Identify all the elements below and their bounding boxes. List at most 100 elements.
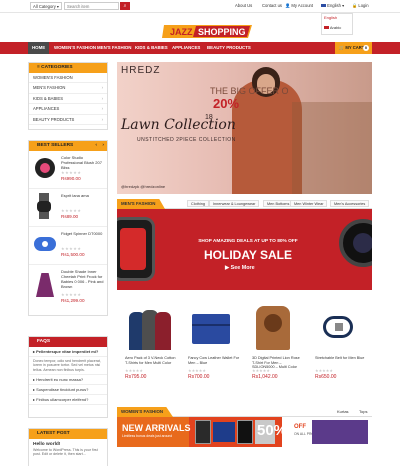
category-kids[interactable]: KIDS & BABIES ›	[29, 94, 107, 105]
svg-text:SHOPPING: SHOPPING	[198, 27, 246, 37]
category-appliances[interactable]: APPLIANCES ›	[29, 104, 107, 115]
cart-button[interactable]: 🛒 MY CART 0	[335, 42, 372, 54]
nav-kids-babies[interactable]: KIDS & BABIES	[131, 42, 172, 54]
bestseller-item[interactable]: Fidget Spinner DT0000 ★★★★★ Rs1,500.00	[29, 227, 107, 265]
nav-mens-fashion[interactable]: MEN'S FASHION	[93, 42, 135, 54]
category-select-value: All Category	[33, 4, 56, 9]
tablet-image	[213, 422, 235, 442]
category-label: KIDS & BABIES	[33, 95, 64, 101]
product-card[interactable]: 3D Digital Printed Lion Rose T-Shirt For…	[244, 300, 306, 390]
tab-innerwear[interactable]: Innerwear & Loungewear	[209, 200, 260, 207]
faq-question[interactable]: ▸ Pellentesque vitae imperdiet mi?	[29, 347, 107, 357]
tab-kurtas[interactable]: Kurtas	[337, 409, 349, 414]
belt-image[interactable]	[323, 316, 353, 338]
product-price: Rs1,042.00	[252, 374, 278, 380]
see-more-link[interactable]: ▶ See More	[225, 265, 255, 271]
new-arrivals-headline: NEW ARRIVALS	[122, 423, 191, 433]
spinner-image[interactable]	[34, 237, 56, 251]
category-select[interactable]: All Category ▾	[30, 2, 62, 10]
faq-question[interactable]: ▸ Hendrerit eu nunc massa?	[29, 375, 107, 386]
category-womens[interactable]: WOMEN'S FASHION	[29, 73, 107, 84]
prev-arrow-icon[interactable]: ‹	[95, 141, 97, 151]
category-label: MEN'S FASHION	[33, 85, 66, 91]
language-dropdown: English Arabic	[321, 13, 353, 35]
tshirts-image[interactable]	[129, 306, 171, 350]
bestsellers-title: BEST SELLERS	[37, 143, 74, 148]
bestseller-item[interactable]: Double Shade Inner Cheetah Print Frock f…	[29, 265, 107, 315]
search-input[interactable]	[64, 2, 119, 10]
blush-image[interactable]	[35, 158, 55, 178]
banner-tagline: SHOP AMAZING DEALS AT UP TO 80% OFF	[198, 239, 298, 244]
category-label: APPLIANCES	[33, 106, 60, 112]
post-title[interactable]: Hello world!	[29, 439, 107, 447]
faq-question[interactable]: ▸ Finibus ullamcorper eleifend?	[29, 395, 107, 406]
product-title[interactable]: Fidget Spinner DT0000	[61, 231, 106, 236]
tab-men-winter-wear[interactable]: Men Winter Wear	[290, 200, 328, 207]
hero-slider[interactable]: HREDZ THE BIG OFFER O 20% Lawn Collectio…	[117, 62, 372, 194]
holiday-sale-banner[interactable]: SHOP AMAZING DEALS AT UP TO 80% OFF HOLI…	[117, 209, 372, 290]
laptop-image	[312, 420, 368, 444]
nav-beauty-products[interactable]: BEAUTY PRODUCTS	[203, 42, 255, 54]
product-card[interactable]: Stretchable Belt for Men Blue ★★★★★ Rs65…	[307, 300, 369, 390]
product-title[interactable]: Aero Pack of 3 V-Neck Cotton T-Shirts fo…	[125, 356, 177, 365]
product-title[interactable]: Esprit lana ama	[61, 193, 106, 198]
wallet-image[interactable]	[192, 314, 230, 344]
tab-men-bottoms[interactable]: Men Bottoms	[263, 200, 294, 207]
bestsellers-header: BEST SELLERS ‹ ›	[29, 141, 107, 151]
nav-appliances[interactable]: APPLIANCES	[168, 42, 204, 54]
product-title[interactable]: Stretchable Belt for Men Blue	[315, 356, 367, 361]
latest-post-box: LATEST POST Hello world! Welcome to Word…	[28, 428, 108, 466]
phone-image	[237, 420, 253, 444]
nav-home[interactable]: HOME	[28, 42, 50, 54]
rating-stars: ★★★★★	[125, 368, 143, 373]
rating-stars: ★★★★★	[61, 246, 82, 251]
product-title[interactable]: Double Shade Inner Cheetah Print Frock f…	[61, 269, 106, 289]
bestseller-item[interactable]: Esprit lana ama ★★★★★ Rs89.00	[29, 189, 107, 227]
slider-brand: HREDZ	[121, 65, 161, 76]
watch-image[interactable]	[37, 193, 51, 219]
faq-question-text: Hendrerit eu nunc massa?	[36, 377, 84, 383]
faq-question[interactable]: ▸ Suspendisse tincidunt purus?	[29, 385, 107, 396]
link-my-account[interactable]: 👤 My Account	[285, 3, 313, 9]
product-card[interactable]: Fancy Cow Leather Wallet For Men – Blue …	[180, 300, 242, 390]
lion-tshirt-image[interactable]	[256, 306, 290, 350]
flag-icon	[324, 26, 329, 29]
language-current: English	[327, 3, 341, 8]
chevron-right-icon: ›	[101, 106, 103, 112]
next-arrow-icon[interactable]: ›	[102, 141, 104, 151]
language-option-arabic[interactable]: Arabic	[322, 24, 352, 31]
product-title[interactable]: Color Studio Professional Blush 207 Blis…	[61, 155, 106, 170]
language-select[interactable]: English ▾	[321, 3, 344, 8]
chevron-right-icon: ›	[101, 116, 103, 122]
logo-graphic: JAZZ SHOPPING	[162, 25, 252, 38]
tab-clothing[interactable]: Clothing	[187, 200, 209, 207]
product-price: Rs700.00	[188, 374, 210, 380]
link-about[interactable]: About Us	[235, 3, 252, 8]
search-icon: ⌕	[123, 3, 127, 9]
product-price: Rs89.00	[61, 214, 79, 219]
language-option-english[interactable]: English	[322, 14, 352, 21]
faq-answer: Donec tempor, odio sed hendrerit placera…	[29, 357, 107, 376]
categories-title: CATEGORIES	[41, 65, 73, 70]
bestseller-item[interactable]: Color Studio Professional Blush 207 Blis…	[29, 151, 107, 189]
category-mens[interactable]: MEN'S FASHION ›	[29, 83, 107, 94]
tab-mens-accessories[interactable]: Men's Accessories	[330, 200, 370, 207]
banner-headline: HOLIDAY SALE	[203, 248, 293, 262]
faqs-title: FAQS	[37, 339, 51, 344]
discount-off: OFF	[294, 424, 306, 430]
search-button[interactable]: ⌕	[120, 2, 130, 10]
tab-tops[interactable]: Tops	[359, 409, 367, 414]
categories-box: ≡ CATEGORIES WOMEN'S FASHION MEN'S FASHI…	[28, 62, 108, 130]
category-beauty[interactable]: BEAUTY PRODUCTS ›	[29, 115, 107, 125]
faqs-box: FAQS ▸ Pellentesque vitae imperdiet mi? …	[28, 336, 108, 418]
new-arrivals-banner[interactable]: NEW ARRIVALS Limitless bonus deals just …	[117, 417, 372, 447]
site-logo[interactable]: JAZZ SHOPPING	[162, 23, 254, 40]
product-title[interactable]: Fancy Cow Leather Wallet For Men – Blue	[188, 356, 240, 365]
smartwatch-image	[117, 217, 155, 281]
product-card[interactable]: Aero Pack of 3 V-Neck Cotton T-Shirts fo…	[117, 300, 179, 390]
my-account-label: My Account	[291, 3, 314, 8]
frock-image[interactable]	[36, 273, 54, 297]
slider-discount: 20%	[213, 96, 240, 111]
link-contact[interactable]: Contact us	[262, 3, 282, 8]
login-link[interactable]: 🔒 Login	[352, 3, 369, 9]
